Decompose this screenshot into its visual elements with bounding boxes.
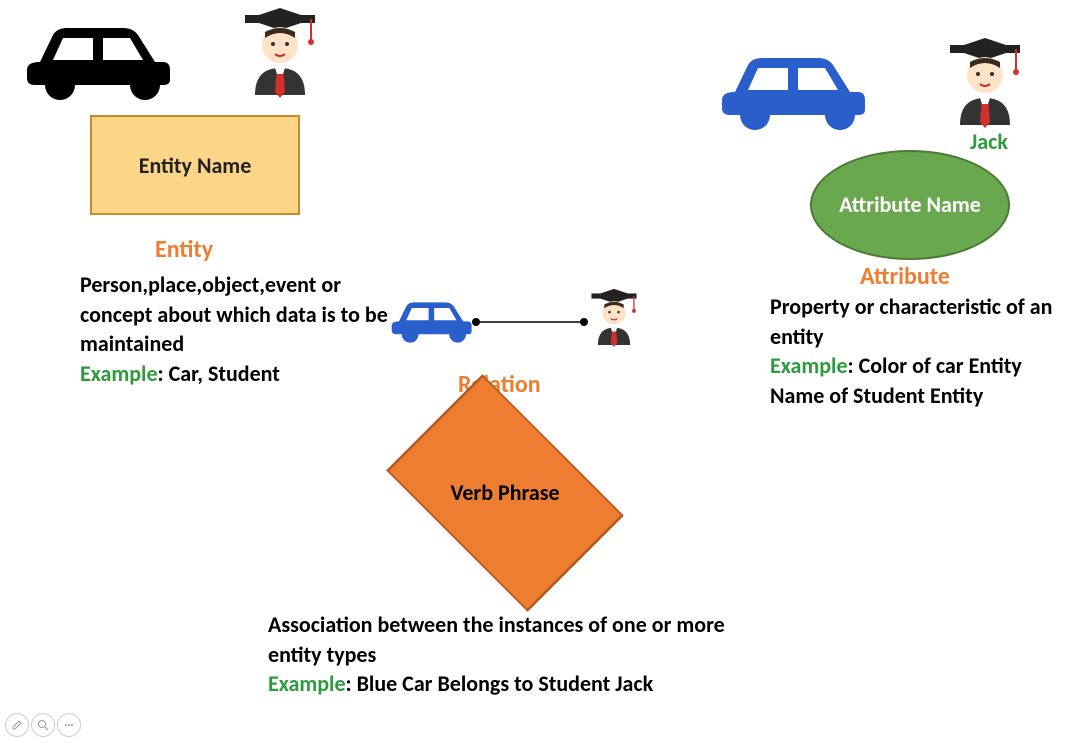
entity-example-label: Example bbox=[80, 360, 158, 387]
student-icon-relation bbox=[585, 282, 643, 355]
jack-label: Jack bbox=[970, 128, 1008, 155]
bottom-toolbar bbox=[5, 713, 81, 737]
relation-description: Association between the instances of one… bbox=[268, 610, 768, 699]
car-blue-icon-relation bbox=[385, 290, 480, 350]
car-blue-icon-attribute bbox=[710, 40, 880, 135]
entity-description: Person,place,object,event or concept abo… bbox=[80, 270, 390, 389]
attribute-title: Attribute bbox=[860, 262, 950, 291]
attribute-ellipse-label: Attribute Name bbox=[839, 192, 981, 217]
zoom-button[interactable] bbox=[31, 713, 55, 737]
entity-box-label: Entity Name bbox=[139, 152, 252, 179]
pen-button[interactable] bbox=[5, 713, 29, 737]
relation-diamond: Verb Phrase bbox=[395, 418, 615, 568]
entity-name-box: Entity Name bbox=[90, 115, 300, 215]
student-icon-entity bbox=[235, 0, 325, 105]
attribute-name-ellipse: Attribute Name bbox=[810, 150, 1010, 260]
relation-example-label: Example bbox=[268, 670, 346, 697]
attribute-example-label: Example bbox=[770, 352, 848, 379]
car-black-icon bbox=[15, 10, 185, 105]
student-icon-attribute bbox=[940, 30, 1030, 135]
more-button[interactable] bbox=[57, 713, 81, 737]
entity-title: Entity bbox=[155, 235, 213, 264]
attribute-description: Property or characteristic of an entity … bbox=[770, 292, 1080, 411]
relation-diamond-label: Verb Phrase bbox=[450, 480, 559, 506]
relation-line bbox=[472, 313, 592, 332]
